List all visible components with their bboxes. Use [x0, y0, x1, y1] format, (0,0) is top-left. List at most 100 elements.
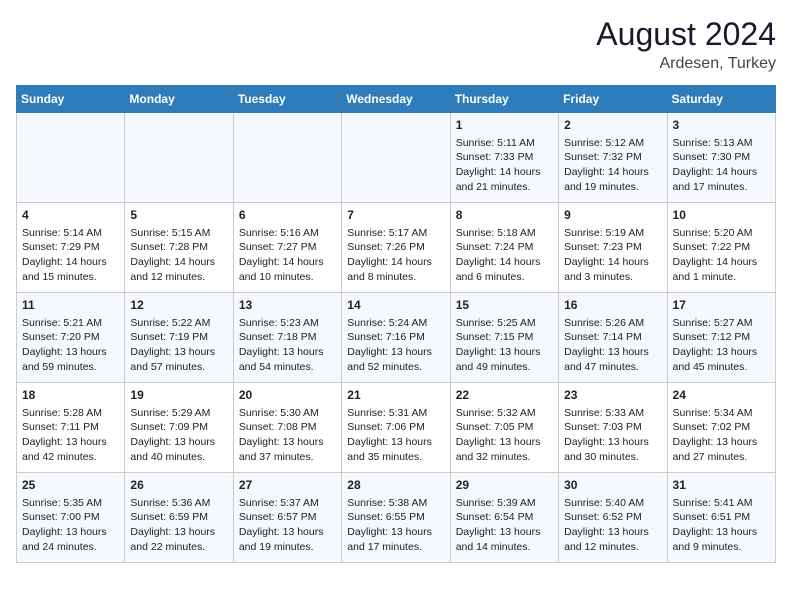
calendar-week-2: 4 Sunrise: 5:14 AMSunset: 7:29 PMDaylight… [17, 203, 776, 293]
day-number: 8 [456, 207, 553, 224]
day-number: 15 [456, 297, 553, 314]
calendar-cell: 16 Sunrise: 5:26 AMSunset: 7:14 PMDayligh… [559, 293, 667, 383]
day-info: Sunrise: 5:32 AMSunset: 7:05 PMDaylight:… [456, 406, 553, 465]
day-info: Sunrise: 5:17 AMSunset: 7:26 PMDaylight:… [347, 226, 444, 285]
day-info: Sunrise: 5:39 AMSunset: 6:54 PMDaylight:… [456, 496, 553, 555]
day-number: 17 [673, 297, 770, 314]
day-number: 14 [347, 297, 444, 314]
calendar-cell: 19 Sunrise: 5:29 AMSunset: 7:09 PMDayligh… [125, 383, 233, 473]
calendar-cell: 31 Sunrise: 5:41 AMSunset: 6:51 PMDayligh… [667, 473, 775, 563]
day-info: Sunrise: 5:18 AMSunset: 7:24 PMDaylight:… [456, 226, 553, 285]
header-day-monday: Monday [125, 86, 233, 113]
day-info: Sunrise: 5:11 AMSunset: 7:33 PMDaylight:… [456, 136, 553, 195]
calendar-week-5: 25 Sunrise: 5:35 AMSunset: 7:00 PMDayligh… [17, 473, 776, 563]
day-number: 31 [673, 477, 770, 494]
day-number: 5 [130, 207, 227, 224]
day-info: Sunrise: 5:26 AMSunset: 7:14 PMDaylight:… [564, 316, 661, 375]
header-day-friday: Friday [559, 86, 667, 113]
calendar-cell: 3 Sunrise: 5:13 AMSunset: 7:30 PMDaylight… [667, 113, 775, 203]
day-info: Sunrise: 5:30 AMSunset: 7:08 PMDaylight:… [239, 406, 336, 465]
calendar-cell: 22 Sunrise: 5:32 AMSunset: 7:05 PMDayligh… [450, 383, 558, 473]
calendar-cell [125, 113, 233, 203]
calendar-cell: 28 Sunrise: 5:38 AMSunset: 6:55 PMDayligh… [342, 473, 450, 563]
calendar-cell: 5 Sunrise: 5:15 AMSunset: 7:28 PMDaylight… [125, 203, 233, 293]
day-number: 22 [456, 387, 553, 404]
header-day-saturday: Saturday [667, 86, 775, 113]
calendar-cell: 13 Sunrise: 5:23 AMSunset: 7:18 PMDayligh… [233, 293, 341, 383]
day-info: Sunrise: 5:36 AMSunset: 6:59 PMDaylight:… [130, 496, 227, 555]
calendar-cell: 18 Sunrise: 5:28 AMSunset: 7:11 PMDayligh… [17, 383, 125, 473]
day-info: Sunrise: 5:29 AMSunset: 7:09 PMDaylight:… [130, 406, 227, 465]
day-number: 16 [564, 297, 661, 314]
calendar-cell: 30 Sunrise: 5:40 AMSunset: 6:52 PMDayligh… [559, 473, 667, 563]
day-info: Sunrise: 5:13 AMSunset: 7:30 PMDaylight:… [673, 136, 770, 195]
page-header: General Blue August 2024 Ardesen, Turkey [16, 16, 776, 73]
calendar-cell [17, 113, 125, 203]
calendar-cell: 10 Sunrise: 5:20 AMSunset: 7:22 PMDayligh… [667, 203, 775, 293]
day-number: 30 [564, 477, 661, 494]
calendar-cell: 7 Sunrise: 5:17 AMSunset: 7:26 PMDaylight… [342, 203, 450, 293]
day-number: 1 [456, 117, 553, 134]
calendar-cell: 26 Sunrise: 5:36 AMSunset: 6:59 PMDayligh… [125, 473, 233, 563]
day-info: Sunrise: 5:22 AMSunset: 7:19 PMDaylight:… [130, 316, 227, 375]
day-info: Sunrise: 5:14 AMSunset: 7:29 PMDaylight:… [22, 226, 119, 285]
calendar-cell: 12 Sunrise: 5:22 AMSunset: 7:19 PMDayligh… [125, 293, 233, 383]
calendar-week-4: 18 Sunrise: 5:28 AMSunset: 7:11 PMDayligh… [17, 383, 776, 473]
day-info: Sunrise: 5:28 AMSunset: 7:11 PMDaylight:… [22, 406, 119, 465]
day-number: 2 [564, 117, 661, 134]
calendar-cell: 1 Sunrise: 5:11 AMSunset: 7:33 PMDaylight… [450, 113, 558, 203]
day-info: Sunrise: 5:20 AMSunset: 7:22 PMDaylight:… [673, 226, 770, 285]
calendar-cell: 27Sunrise: 5:37 AMSunset: 6:57 PMDayligh… [233, 473, 341, 563]
title-block: August 2024 Ardesen, Turkey [596, 16, 776, 73]
header-day-sunday: Sunday [17, 86, 125, 113]
day-number: 7 [347, 207, 444, 224]
calendar-cell: 20 Sunrise: 5:30 AMSunset: 7:08 PMDayligh… [233, 383, 341, 473]
calendar-week-3: 11 Sunrise: 5:21 AMSunset: 7:20 PMDayligh… [17, 293, 776, 383]
day-number: 10 [673, 207, 770, 224]
header-day-wednesday: Wednesday [342, 86, 450, 113]
header-day-tuesday: Tuesday [233, 86, 341, 113]
day-number: 24 [673, 387, 770, 404]
day-number: 21 [347, 387, 444, 404]
calendar-cell [342, 113, 450, 203]
day-info: Sunrise: 5:35 AMSunset: 7:00 PMDaylight:… [22, 496, 119, 555]
month-year: August 2024 [596, 16, 776, 53]
day-number: 3 [673, 117, 770, 134]
day-info: Sunrise: 5:34 AMSunset: 7:02 PMDaylight:… [673, 406, 770, 465]
calendar-cell: 29Sunrise: 5:39 AMSunset: 6:54 PMDayligh… [450, 473, 558, 563]
day-number: 11 [22, 297, 119, 314]
calendar-cell: 25 Sunrise: 5:35 AMSunset: 7:00 PMDayligh… [17, 473, 125, 563]
day-info: Sunrise: 5:27 AMSunset: 7:12 PMDaylight:… [673, 316, 770, 375]
day-number: 6 [239, 207, 336, 224]
day-number: 18 [22, 387, 119, 404]
day-info: Sunrise: 5:19 AMSunset: 7:23 PMDaylight:… [564, 226, 661, 285]
calendar-cell: 24 Sunrise: 5:34 AMSunset: 7:02 PMDayligh… [667, 383, 775, 473]
day-number: 12 [130, 297, 227, 314]
day-number: 9 [564, 207, 661, 224]
day-info: Sunrise: 5:31 AMSunset: 7:06 PMDaylight:… [347, 406, 444, 465]
calendar-cell: 11 Sunrise: 5:21 AMSunset: 7:20 PMDayligh… [17, 293, 125, 383]
calendar-week-1: 1 Sunrise: 5:11 AMSunset: 7:33 PMDaylight… [17, 113, 776, 203]
calendar-cell: 17 Sunrise: 5:27 AMSunset: 7:12 PMDayligh… [667, 293, 775, 383]
day-number: 28 [347, 477, 444, 494]
day-info: Sunrise: 5:38 AMSunset: 6:55 PMDaylight:… [347, 496, 444, 555]
day-number: 4 [22, 207, 119, 224]
calendar-cell: 2Sunrise: 5:12 AMSunset: 7:32 PMDaylight… [559, 113, 667, 203]
day-info: Sunrise: 5:23 AMSunset: 7:18 PMDaylight:… [239, 316, 336, 375]
calendar-cell: 9 Sunrise: 5:19 AMSunset: 7:23 PMDaylight… [559, 203, 667, 293]
day-info: Sunrise: 5:15 AMSunset: 7:28 PMDaylight:… [130, 226, 227, 285]
day-number: 26 [130, 477, 227, 494]
calendar-table: SundayMondayTuesdayWednesdayThursdayFrid… [16, 85, 776, 563]
calendar-cell [233, 113, 341, 203]
day-number: 19 [130, 387, 227, 404]
day-number: 13 [239, 297, 336, 314]
day-info: Sunrise: 5:21 AMSunset: 7:20 PMDaylight:… [22, 316, 119, 375]
header-day-thursday: Thursday [450, 86, 558, 113]
day-info: Sunrise: 5:24 AMSunset: 7:16 PMDaylight:… [347, 316, 444, 375]
calendar-cell: 8 Sunrise: 5:18 AMSunset: 7:24 PMDaylight… [450, 203, 558, 293]
day-number: 25 [22, 477, 119, 494]
calendar-cell: 4 Sunrise: 5:14 AMSunset: 7:29 PMDaylight… [17, 203, 125, 293]
day-info: Sunrise: 5:41 AMSunset: 6:51 PMDaylight:… [673, 496, 770, 555]
day-number: 20 [239, 387, 336, 404]
day-info: Sunrise: 5:40 AMSunset: 6:52 PMDaylight:… [564, 496, 661, 555]
